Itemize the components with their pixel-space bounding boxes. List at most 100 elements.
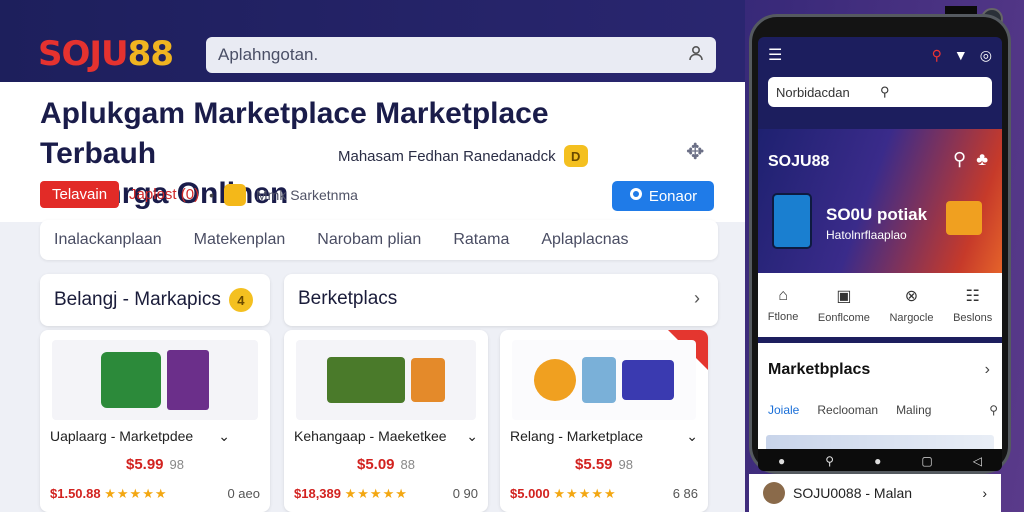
phone-section-title: Marketbplacs [768, 361, 871, 378]
brand-logo[interactable]: SOJU88 [38, 34, 174, 74]
status-icons: ⚲ ▼ ◎ [932, 47, 992, 64]
red-link[interactable]: Japlost (0) [129, 186, 199, 203]
hero-section: Aplukgam Marketplace Marketplace Terbauh… [0, 82, 745, 222]
bottom-list-item[interactable]: SOJU0088 - Malan › [749, 474, 1001, 512]
product-name: Kehangaap - Maeketkee [294, 428, 447, 444]
avatar[interactable]: ● [778, 454, 785, 468]
share-icon[interactable]: ✥ [686, 139, 704, 165]
promo-headline: SO0U potiak [826, 205, 928, 224]
section-left-title-wrap: Belangj - Markapics 4 [54, 288, 253, 312]
plant-pot-icon [327, 357, 405, 403]
settings-icon[interactable]: ◎ [980, 47, 992, 64]
section-header-left[interactable]: Belangj - Markapics 4 [40, 274, 270, 326]
red-link-count: 0 [185, 186, 195, 203]
product-card[interactable]: Uaplaarg - Marketpdee ⌄ $5.99 98 $1.50.88 … [40, 330, 270, 512]
tab-3[interactable]: Narobam plian [317, 231, 421, 249]
promo-banner[interactable]: SOJU88 ⚲ ♣ SO0U potiak Hatolnrflaaplao [758, 129, 1002, 273]
price-old: 98 [169, 457, 184, 472]
menu-icon[interactable]: ☰ [768, 45, 782, 65]
product-box-icon [167, 350, 209, 410]
product-price: $5.59 98 [500, 456, 708, 473]
price-value: $5.09 [356, 456, 395, 473]
product-footer: $18,389 ★★★★★ 0 90 [294, 486, 478, 502]
avatar [763, 482, 785, 504]
product-image [296, 340, 476, 420]
blue-button-label: Eonaor [648, 187, 698, 205]
section-left-badge: 4 [228, 288, 253, 312]
separator-dot: • [209, 186, 214, 203]
phone-search-icon: ⚲ [880, 84, 890, 99]
product-card[interactable]: Kehangaap - Maeketkee ⌄ $5.09 88 $18,389 ★… [284, 330, 488, 512]
nav-store-label: Eonflcome [817, 312, 870, 324]
recents-icon[interactable]: ▢ [921, 454, 932, 468]
expand-icon[interactable]: ⌄ [218, 428, 230, 445]
product-image [512, 340, 696, 420]
phone-tab-2[interactable]: Reclooman [817, 403, 878, 417]
phone-tabs: Joiale Reclooman Maling ⚲ [768, 403, 998, 417]
cart-icon [946, 201, 982, 235]
chevron-right-icon[interactable]: › [694, 288, 700, 309]
blue-action-button[interactable]: Eonaor [612, 181, 714, 211]
primary-red-button[interactable]: Telavain [40, 181, 120, 208]
back-icon[interactable]: ◁ [973, 454, 982, 468]
expand-icon[interactable]: ⌄ [686, 428, 698, 445]
search-icon[interactable]: ⚲ [932, 47, 942, 64]
sold-count: 0 aeo [227, 486, 260, 501]
compass-icon: ⊗ [904, 288, 919, 305]
promo-subline: Hatolnrflaaplao [826, 228, 907, 242]
search-icon[interactable]: ⚲ [953, 149, 966, 169]
mini-logo-icon [224, 183, 246, 206]
bottle-icon [582, 357, 616, 403]
phone-search-input[interactable]: Norbidacdan ⚲ [768, 77, 992, 107]
search-input[interactable]: Aplahngotan. [206, 37, 716, 73]
product-name-row: Uaplaarg - Marketpdee ⌄ [50, 428, 230, 445]
phone-section: Marketbplacs › Joiale Reclooman Maling ⚲ [758, 343, 1002, 453]
section-left-title: Belangj - Markapics [54, 289, 221, 310]
nav-list[interactable]: ☷ Beslons [953, 286, 992, 324]
section-header-right[interactable]: Berketplacs › [284, 274, 718, 326]
tab-2[interactable]: Matekenplan [194, 231, 286, 249]
home-button-icon[interactable]: ● [874, 454, 881, 468]
product-name-row: Kehangaap - Maeketkee ⌄ [294, 428, 478, 445]
home-icon: ⌂ [778, 287, 788, 304]
footer-price: $1.50.88 [50, 486, 101, 501]
nav-store[interactable]: ▣ Eonflcome [818, 286, 870, 324]
logo-text-soju: SOJU [38, 34, 129, 74]
section-right-title-wrap: Berketplacs [298, 288, 397, 310]
nav-explore[interactable]: ⊗ Nargocle [889, 286, 933, 324]
chevron-right-icon[interactable]: › [985, 361, 990, 379]
phone-image-icon [772, 193, 812, 249]
subtitle-text: Mahasam Fedhan Ranedanadck [338, 147, 556, 165]
bag-icon [622, 360, 674, 400]
tab-1[interactable]: Inalackanplaan [54, 231, 162, 249]
store-icon: ▣ [836, 288, 852, 305]
phone-topbar: ☰ ⚲ ▼ ◎ [758, 37, 1002, 73]
user-icon[interactable] [688, 45, 704, 66]
product-footer: $5.000 ★★★★★ 6 86 [510, 486, 698, 502]
expand-icon[interactable]: ⌄ [466, 428, 478, 445]
star-rating: ★★★★★ [553, 486, 617, 501]
tab-5[interactable]: Aplaplacnas [541, 231, 628, 249]
product-footer: $1.50.88 ★★★★★ 0 aeo [50, 486, 260, 502]
nav-list-label: Beslons [953, 312, 993, 324]
product-card[interactable]: Relang - Marketplace ⌄ $5.59 98 $5.000 ★★★… [500, 330, 708, 512]
search-icon[interactable]: ⚲ [825, 454, 834, 468]
phone-mockup: ☰ ⚲ ▼ ◎ Norbidacdan ⚲ SOJU88 ⚲ ♣ SO0U po… [749, 14, 1011, 474]
chevron-right-icon[interactable]: › [982, 485, 987, 501]
phone-nav: ⌂ Ftlone ▣ Eonflcome ⊗ Nargocle ☷ Beslons [758, 273, 1002, 337]
nav-home-label: Ftlone [767, 311, 799, 323]
search-icon[interactable]: ⚲ [989, 403, 998, 417]
top-bar: SOJU88 Aplahngotan. [0, 0, 745, 82]
tab-4[interactable]: Ratama [453, 231, 509, 249]
coin-badge-icon: D [563, 145, 588, 167]
chat-icon [629, 187, 643, 205]
bottom-item-text: SOJU0088 - Malan [793, 485, 913, 501]
nav-home[interactable]: ⌂ Ftlone [768, 287, 799, 323]
subtitle: Mahasam Fedhan Ranedanadck D [338, 145, 588, 167]
phone-tab-1[interactable]: Joiale [768, 403, 799, 417]
phone-tab-3[interactable]: Maling [896, 403, 931, 417]
search-placeholder: Aplahngotan. [218, 45, 319, 64]
grey-link[interactable]: Mmk Sarketnma [256, 187, 358, 203]
price-value: $5.99 [125, 456, 164, 473]
price-old: 88 [400, 457, 415, 472]
